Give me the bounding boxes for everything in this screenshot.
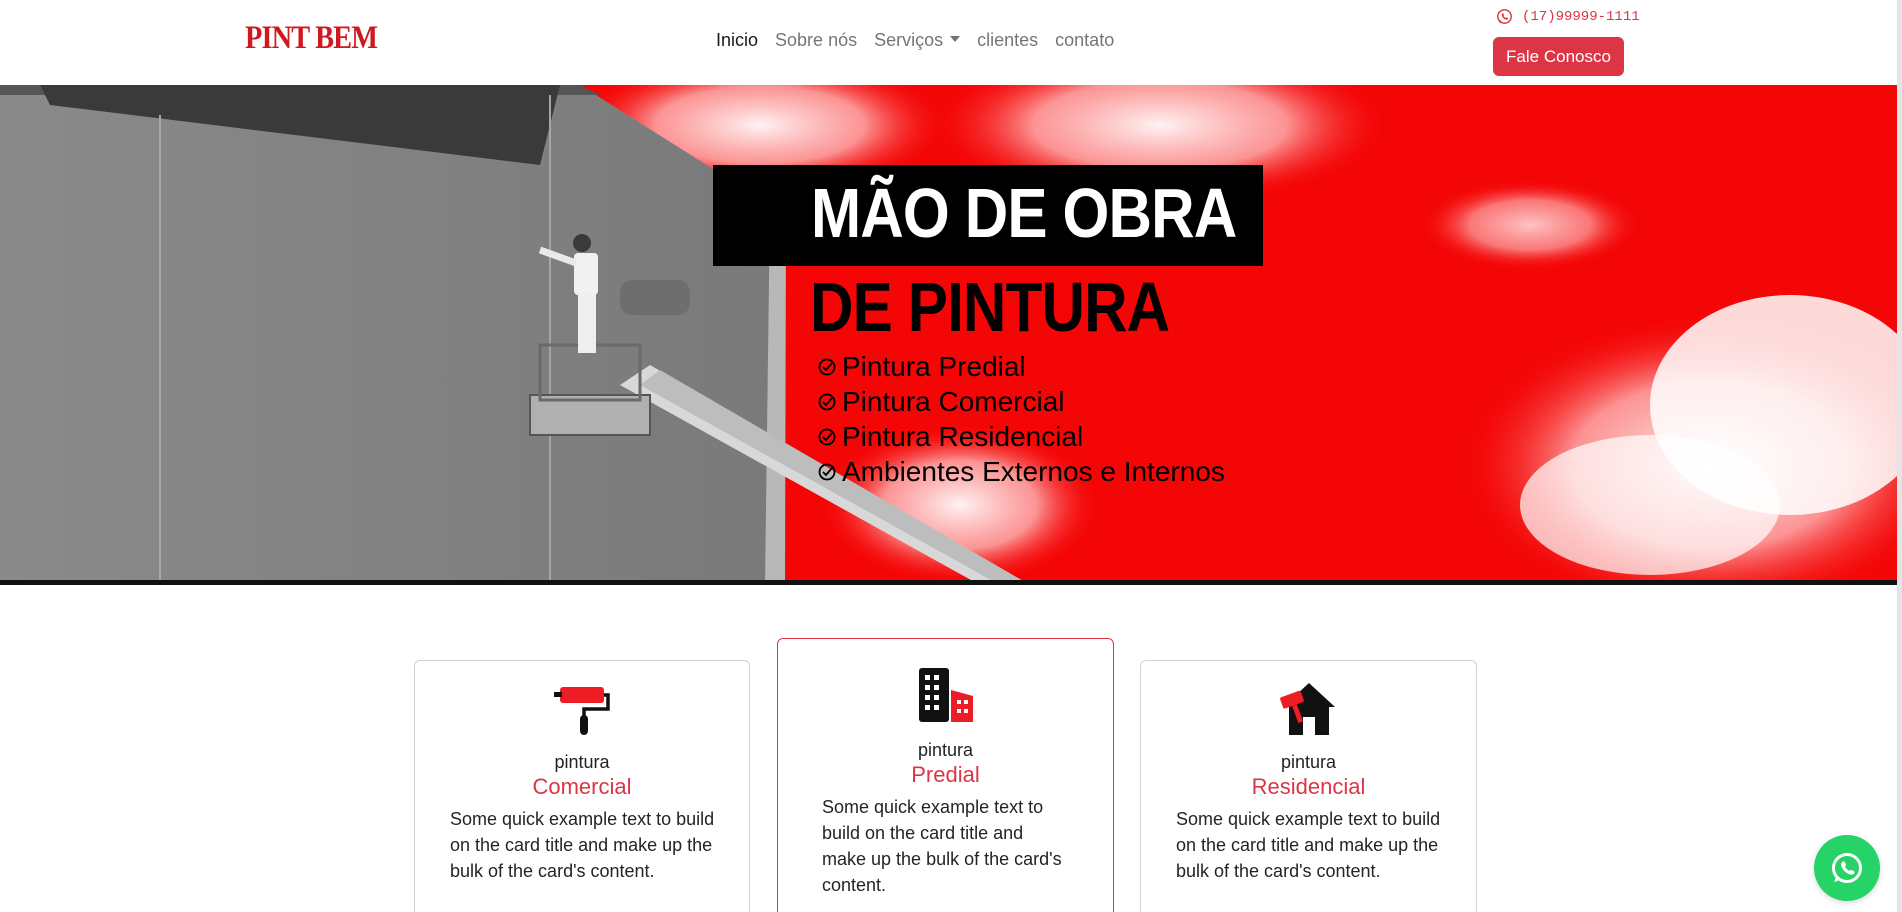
check-circle-icon <box>818 393 836 410</box>
phone-contact[interactable]: (17)99999-1111 <box>1496 8 1640 25</box>
phone-number: (17)99999-1111 <box>1522 8 1640 25</box>
nav-menu: Inicio Sobre nós Serviços clientes conta… <box>716 28 1114 52</box>
caret-down-icon <box>950 36 961 42</box>
check-circle-icon <box>818 428 836 445</box>
nav-link-contato[interactable]: contato <box>1055 28 1114 52</box>
nav-dropdown-label: Serviços <box>874 30 944 50</box>
card-kicker: pintura <box>554 752 610 772</box>
nav-link-clientes[interactable]: clientes <box>977 28 1038 52</box>
check-circle-icon <box>818 463 836 480</box>
card-kicker: pintura <box>917 740 974 760</box>
hero-banner: MÃO DE OBRA DE PINTURA Pintura Predial P… <box>0 85 1897 585</box>
contact-button[interactable]: Fale Conosco <box>1493 37 1624 76</box>
hero-list-item: Pintura Residencial <box>817 419 1225 454</box>
page-scrollbar[interactable] <box>1897 0 1902 912</box>
nav-dropdown-servicos[interactable]: Serviços <box>874 28 961 52</box>
whatsapp-icon <box>1832 853 1862 883</box>
navbar: PINT BEM Inicio Sobre nós Serviços clien… <box>0 0 1902 85</box>
hero-list-label: Pintura Residencial <box>842 420 1084 452</box>
house-icon <box>1279 683 1335 735</box>
page: PINT BEM Inicio Sobre nós Serviços clien… <box>0 0 1902 912</box>
check-circle-icon <box>818 358 836 375</box>
card-kicker: pintura <box>1280 752 1337 772</box>
hero-list-label: Pintura Comercial <box>842 385 1065 417</box>
card-text: Some quick example text to build on the … <box>822 797 1062 895</box>
card-text: Some quick example text to build on the … <box>1176 809 1441 881</box>
hero-services-list: Pintura Predial Pintura Comercial Pintur… <box>817 349 1225 489</box>
card-text: Some quick example text to build on the … <box>450 809 715 881</box>
card-title: Residencial <box>1251 774 1366 799</box>
hero-title-line2: DE PINTURA <box>810 268 1170 346</box>
whatsapp-icon <box>1497 9 1512 24</box>
hero-list-label: Ambientes Externos e Internos <box>842 455 1225 487</box>
card-title: Comercial <box>532 774 632 799</box>
hero-list-label: Pintura Predial <box>842 350 1026 382</box>
nav-link-inicio[interactable]: Inicio <box>716 28 758 52</box>
service-card-comercial[interactable]: pintura Comercial Some quick example tex… <box>414 660 750 912</box>
brand-logo[interactable]: PINT BEM <box>245 18 378 58</box>
hero-title-line1: MÃO DE OBRA <box>811 174 1237 252</box>
whatsapp-float-button[interactable] <box>1814 835 1880 901</box>
service-card-residencial[interactable]: pintura Residencial Some quick example t… <box>1140 660 1477 912</box>
hero-list-item: Pintura Comercial <box>817 384 1225 419</box>
hero-title-box: MÃO DE OBRA <box>713 165 1263 266</box>
hero-list-item: Pintura Predial <box>817 349 1225 384</box>
service-card-predial[interactable]: pintura Predial Some quick example text … <box>777 638 1114 912</box>
paint-roller-icon <box>554 687 610 735</box>
building-icon <box>918 668 973 722</box>
nav-link-sobre[interactable]: Sobre nós <box>775 28 857 52</box>
card-title: Predial <box>911 762 980 787</box>
hero-list-item: Ambientes Externos e Internos <box>817 454 1225 489</box>
